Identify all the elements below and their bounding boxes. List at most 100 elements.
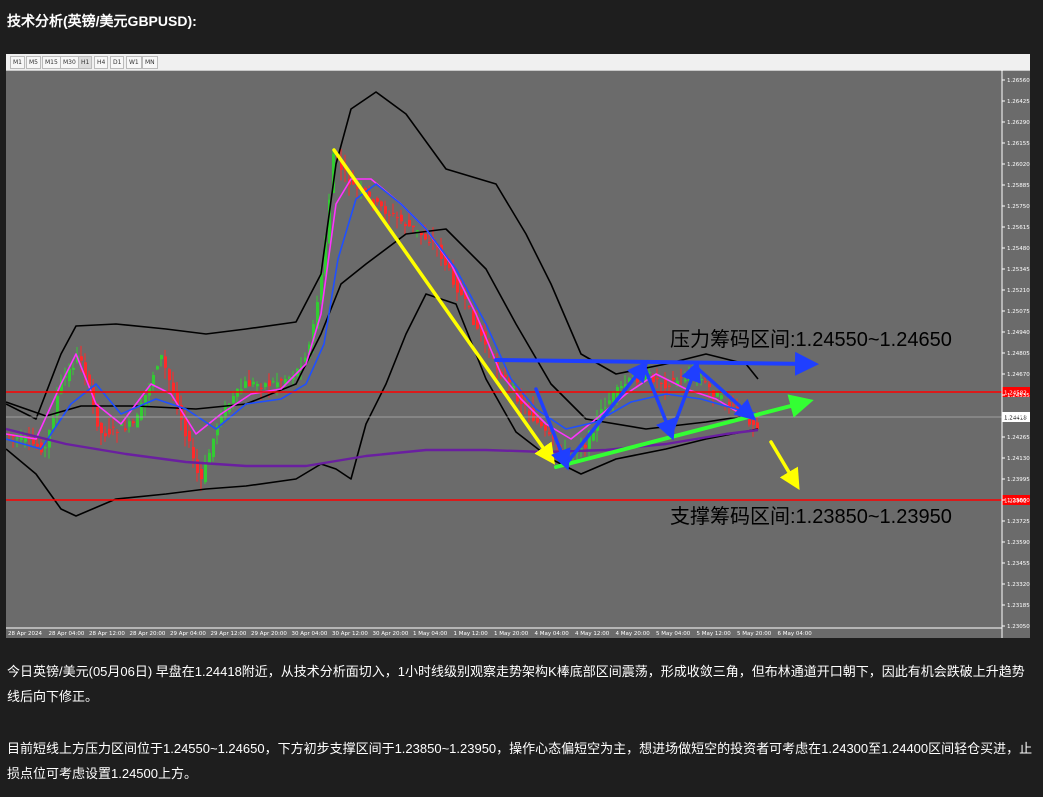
candle-body xyxy=(376,198,379,202)
time-tick-label: 30 Apr 04:00 xyxy=(292,631,328,637)
candle-body xyxy=(280,378,283,381)
candle-body xyxy=(244,381,247,388)
time-tick-label: 1 May 04:00 xyxy=(413,631,448,637)
analysis-paragraph-2: 目前短线上方压力区间位于1.24550~1.24650，下方初步支撑区间于1.2… xyxy=(7,741,1033,781)
price-tick-label: 1.26560 xyxy=(1007,78,1030,84)
candle-body xyxy=(256,383,259,387)
candle-body xyxy=(664,379,667,389)
candle-body xyxy=(260,387,263,389)
candle-body xyxy=(460,289,463,295)
page-title: 技术分析(英镑/美元GBPUSD): xyxy=(7,13,197,29)
candle-body xyxy=(392,212,395,214)
candle-body xyxy=(756,422,759,429)
candle-body xyxy=(416,230,419,232)
time-tick-label: 5 May 20:00 xyxy=(737,631,772,637)
candle-body xyxy=(72,367,75,370)
price-tick-label: 1.26020 xyxy=(1007,162,1030,168)
price-tick-label: 1.24265 xyxy=(1007,435,1030,441)
yellow-breakdown-arrow xyxy=(769,440,800,491)
time-tick-label: 1 May 20:00 xyxy=(494,631,529,637)
candle-body xyxy=(184,417,187,437)
candle-body xyxy=(156,366,159,370)
candle-layer xyxy=(8,148,759,492)
candle-body xyxy=(592,432,595,441)
candle-body xyxy=(388,214,391,216)
support-zone-label: 支撑筹码区间:1.23850~1.23950 xyxy=(670,505,952,528)
candle-body xyxy=(124,428,127,431)
time-tick-label: 6 May 04:00 xyxy=(778,631,813,637)
candle-body xyxy=(680,376,683,378)
candle-body xyxy=(24,438,27,442)
candle-body xyxy=(248,380,251,387)
candle-body xyxy=(400,214,403,222)
candle-body xyxy=(672,377,675,380)
price-tick-label: 1.23185 xyxy=(1007,603,1030,609)
candle-body xyxy=(232,395,235,404)
chart-canvas: 1.245821.239021.24418 1.26560 1.26425 1.26… xyxy=(6,70,1030,638)
price-tick-label: 1.23050 xyxy=(1007,624,1030,630)
price-tick-label: 1.25480 xyxy=(1007,246,1030,252)
price-tick-label: 1.25885 xyxy=(1007,183,1030,189)
candle-body xyxy=(428,241,431,243)
candle-body xyxy=(164,356,167,368)
candle-body xyxy=(108,428,111,435)
candle-body xyxy=(36,443,39,447)
bollinger-lower-band xyxy=(6,293,759,517)
trend-layer xyxy=(332,148,819,491)
candle-body xyxy=(272,381,275,383)
candle-body xyxy=(188,430,191,442)
candle-body xyxy=(660,382,663,384)
candle-body xyxy=(208,452,211,464)
time-tick-label: 28 Apr 04:00 xyxy=(49,631,85,637)
candle-body xyxy=(548,432,551,435)
candle-body xyxy=(160,355,163,360)
candle-body xyxy=(408,220,411,227)
price-tick-label: 1.25210 xyxy=(1007,288,1030,294)
candle-body xyxy=(412,225,415,228)
time-tick-label: 28 Apr 20:00 xyxy=(130,631,166,637)
price-tick-label: 1.23455 xyxy=(1007,561,1030,567)
indicator-layer xyxy=(6,91,759,517)
candle-body xyxy=(252,381,255,385)
analysis-paragraph-1: 今日英镑/美元(05月06日) 早盘在1.24418附近，从技术分析面切入，1小… xyxy=(7,664,1025,704)
price-tick-label: 1.24940 xyxy=(1007,330,1030,336)
candle-body xyxy=(528,410,531,416)
price-tick-label: 1.23725 xyxy=(1007,519,1030,525)
time-tick-label: 30 Apr 12:00 xyxy=(332,631,368,637)
time-tick-label: 1 May 12:00 xyxy=(454,631,489,637)
candle-body xyxy=(276,382,279,388)
candle-body xyxy=(684,379,687,382)
time-tick-label: 4 May 20:00 xyxy=(616,631,651,637)
candle-body xyxy=(320,272,323,301)
candle-body xyxy=(704,381,707,383)
time-tick-label: 30 Apr 20:00 xyxy=(373,631,409,637)
candle-body xyxy=(212,438,215,458)
candle-body xyxy=(204,463,207,483)
price-tick-label: 1.23590 xyxy=(1007,540,1030,546)
blue-resistance-arrow xyxy=(494,351,819,376)
price-tick-label: 1.25750 xyxy=(1007,204,1030,210)
time-tick-label: 5 May 12:00 xyxy=(697,631,732,637)
price-tick-label: 1.25345 xyxy=(1007,267,1030,273)
price-tick-label: 1.26425 xyxy=(1007,99,1030,105)
candle-body xyxy=(192,447,195,459)
price-tick-label: 1.25075 xyxy=(1007,309,1030,315)
time-tick-label: 4 May 12:00 xyxy=(575,631,610,637)
price-tick-label: 1.24130 xyxy=(1007,456,1030,462)
candle-body xyxy=(168,369,171,381)
candle-body xyxy=(732,404,735,406)
level-layer: 1.245821.239021.24418 xyxy=(6,387,1030,505)
ma-slow-line xyxy=(6,427,759,468)
price-chart[interactable]: M1 M5 M15 M30 H1 H4 D1 W1 MN 1.24582 1.23902 1.244… xyxy=(6,54,1030,638)
resistance-zone-label: 压力筹码区间:1.24550~1.24650 xyxy=(670,328,952,351)
candle-body xyxy=(396,217,399,219)
price-tick-label: 1.24400 xyxy=(1007,414,1030,420)
time-tick-label: 4 May 04:00 xyxy=(535,631,570,637)
candle-body xyxy=(604,407,607,409)
candle-body xyxy=(700,379,703,381)
candle-body xyxy=(220,416,223,423)
price-tick-label: 1.23860 xyxy=(1007,498,1030,504)
candle-body xyxy=(32,439,35,444)
candle-body xyxy=(720,395,723,399)
time-tick-label: 29 Apr 04:00 xyxy=(170,631,206,637)
